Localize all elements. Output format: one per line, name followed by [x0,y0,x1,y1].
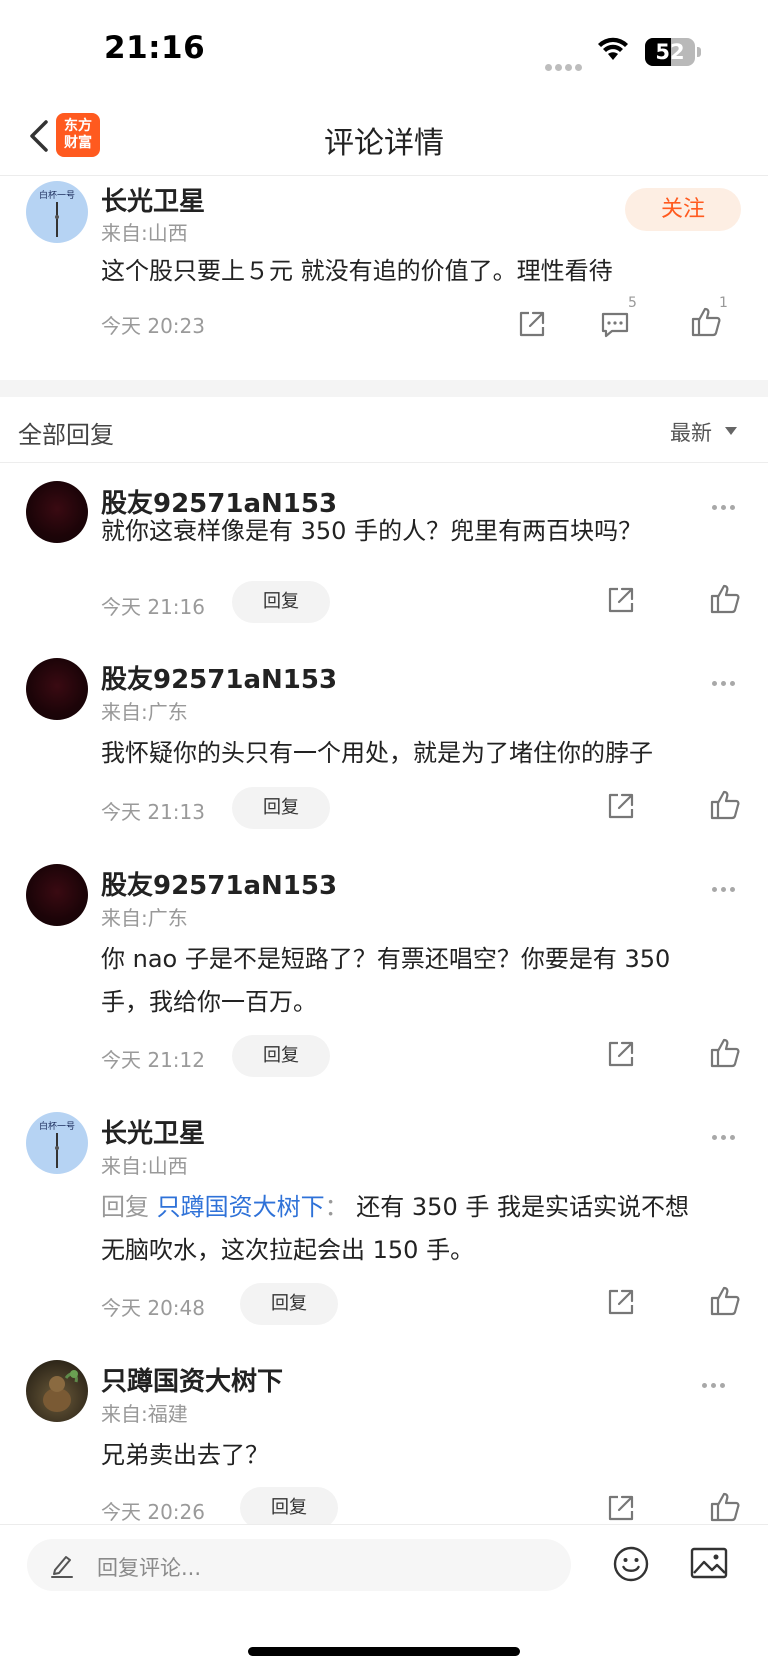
like-icon[interactable] [708,788,742,822]
reply-time: 今天 21:13 [101,800,205,824]
comment-content: 这个股只要上５元 就没有追的价值了。理性看待 [101,257,613,285]
location-text: 来自:广东 [101,906,188,930]
more-options-icon[interactable] [702,1373,730,1388]
reply-item: 股友92571aN153 就你这衰样像是有 350 手的人？兜里有两百块吗？ 今… [0,463,768,639]
reply-content: 就你这衰样像是有 350 手的人？兜里有两百块吗？ [101,517,643,545]
replies-title: 全部回复 [18,421,114,449]
cellular-signal-icon [545,56,585,71]
comment-time: 今天 20:23 [101,314,205,338]
more-options-icon[interactable] [712,671,740,686]
nav-bar: 东方 财富 评论详情 [0,100,768,176]
reply-button[interactable]: 回复 [232,581,330,623]
battery-level-text: 52 [655,40,685,64]
share-icon[interactable] [604,1491,638,1524]
mention-colon: ： [324,1193,349,1221]
like-icon[interactable] [708,582,742,616]
reply-time: 今天 20:48 [101,1296,205,1320]
share-icon[interactable] [604,1037,638,1071]
bottom-input-bar: 回复评论... [0,1524,768,1665]
reply-content-line-1: 回复 只蹲国资大树下： 还有 350 手 我是实话实说不想 [101,1185,689,1229]
reply-text: 还有 350 手 我是实话实说不想 [356,1193,689,1221]
mention-link[interactable]: 只蹲国资大树下 [157,1193,325,1221]
avatar[interactable] [26,864,88,926]
reply-item: 只蹲国资大树下 来自:福建 兄弟卖出去了？ 今天 20:26 回复 [0,1341,768,1524]
more-options-icon[interactable] [712,877,740,892]
reply-content: 兄弟卖出去了？ [101,1441,269,1469]
dropdown-arrow-icon[interactable] [725,427,737,435]
emoji-icon[interactable] [612,1545,650,1583]
avatar[interactable] [26,658,88,720]
reply-item: 白杯一号 长光卫星 来自:山西 回复 只蹲国资大树下： 还有 350 手 我是实… [0,1093,768,1341]
reply-time: 今天 21:12 [101,1048,205,1072]
more-options-icon[interactable] [712,1125,740,1140]
username[interactable]: 股友92571aN153 [101,865,337,902]
share-icon[interactable] [515,307,549,341]
status-time: 21:16 [104,30,206,66]
wifi-icon [598,37,628,60]
sort-dropdown[interactable]: 最新 [670,417,712,447]
location-text: 来自:山西 [101,1154,188,1178]
location-text: 来自:山西 [101,221,188,245]
reply-input[interactable]: 回复评论... [27,1539,571,1591]
battery-icon: 52 [645,38,701,66]
reply-content-line-2: 无脑吹水，这次拉起会出 150 手。 [101,1236,475,1264]
like-count: 1 [719,295,728,311]
section-separator [0,380,768,397]
avatar[interactable]: 白杯一号 [26,1112,88,1174]
home-indicator[interactable] [248,1647,520,1656]
main-comment: 白杯一号 长光卫星 来自:山西 关注 这个股只要上５元 就没有追的价值了。理性看… [0,177,768,380]
reply-input-placeholder: 回复评论... [97,1556,202,1580]
like-icon[interactable] [708,1490,742,1524]
avatar[interactable] [26,1360,88,1422]
follow-button[interactable]: 关注 [625,188,741,231]
replies-header: 全部回复 最新 [0,397,768,463]
location-text: 来自:广东 [101,700,188,724]
share-icon[interactable] [604,789,638,823]
reply-content-line-2: 手，我给你一百万。 [101,988,317,1016]
reply-button[interactable]: 回复 [240,1283,338,1325]
like-icon[interactable] [708,1036,742,1070]
avatar[interactable]: 白杯一号 [26,181,88,243]
username[interactable]: 长光卫星 [101,181,205,218]
svg-text:白杯一号: 白杯一号 [39,1120,75,1132]
reply-time: 今天 20:26 [101,1500,205,1524]
svg-text:白杯一号: 白杯一号 [39,189,75,201]
share-icon[interactable] [604,583,638,617]
location-text: 来自:福建 [101,1402,188,1426]
reply-item: 股友92571aN153 来自:广东 我怀疑你的头只有一个用处，就是为了堵住你的… [0,639,768,845]
avatar[interactable] [26,481,88,543]
reply-content: 我怀疑你的头只有一个用处，就是为了堵住你的脖子 [101,739,653,767]
comment-count: 5 [628,295,637,311]
page-title: 评论详情 [324,126,444,161]
pencil-icon [51,1556,73,1578]
username[interactable]: 股友92571aN153 [101,659,337,696]
comment-icon[interactable] [598,307,632,341]
reply-button[interactable]: 回复 [232,787,330,829]
like-icon[interactable] [689,305,723,339]
reply-prefix: 回复 [101,1193,149,1221]
status-bar: 21:16 52 [0,0,768,100]
like-icon[interactable] [708,1284,742,1318]
more-options-icon[interactable] [712,495,740,510]
reply-button[interactable]: 回复 [240,1487,338,1524]
reply-button[interactable]: 回复 [232,1035,330,1077]
share-icon[interactable] [604,1285,638,1319]
reply-item: 股友92571aN153 来自:广东 你 nao 子是不是短路了？有票还唱空？你… [0,845,768,1093]
username[interactable]: 长光卫星 [101,1113,205,1150]
reply-content-line-1: 你 nao 子是不是短路了？有票还唱空？你要是有 350 [101,945,671,973]
reply-time: 今天 21:16 [101,595,205,619]
image-icon[interactable] [690,1546,728,1580]
username[interactable]: 只蹲国资大树下 [101,1361,283,1398]
